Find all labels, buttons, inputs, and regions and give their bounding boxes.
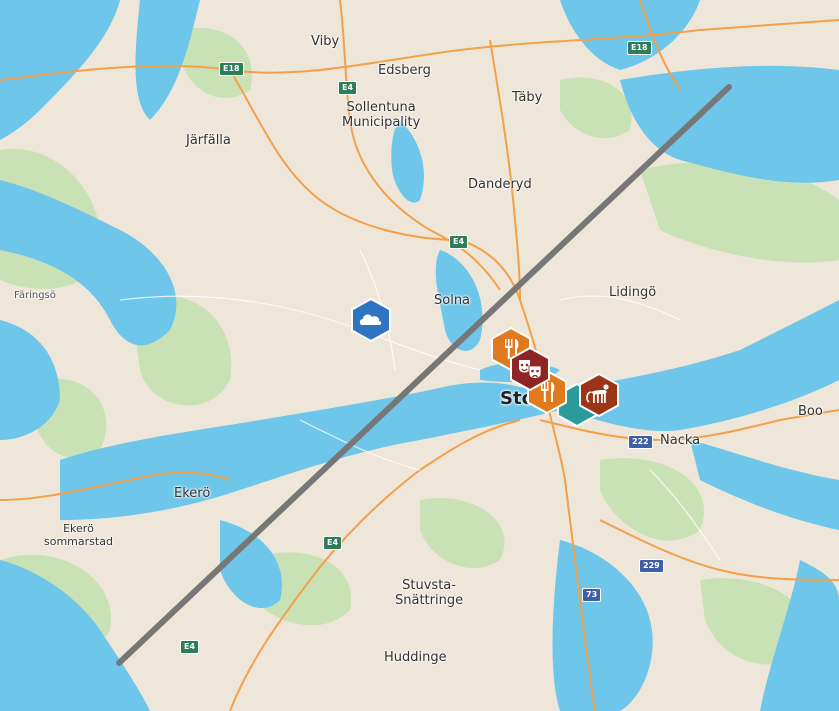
map-canvas[interactable]: Viby Edsberg Sollentuna Municipality Täb… [0, 0, 839, 711]
road-shield-e4: E4 [449, 235, 469, 249]
place-sollentuna: Sollentuna Municipality [342, 100, 421, 130]
place-ekero: Ekerö [174, 486, 211, 501]
place-stuvsta-snattringe: Stuvsta- Snättringe [395, 578, 464, 608]
road-shield-73: 73 [582, 588, 602, 602]
place-huddinge: Huddinge [384, 650, 447, 665]
place-viby: Viby [311, 34, 340, 49]
place-solna: Solna [434, 293, 471, 308]
place-ekero-sommarstad: Ekerö sommarstad [44, 522, 113, 548]
road-shield-229: 229 [639, 559, 664, 573]
place-boo: Boo [798, 404, 823, 419]
road-shield-222: 222 [628, 435, 653, 449]
weather-marker[interactable] [349, 297, 393, 343]
place-faringso: Färingsö [14, 290, 56, 301]
road-shield-e4: E4 [323, 536, 343, 550]
road-shield-e4: E4 [338, 81, 358, 95]
road-shield-e18: E18 [627, 41, 652, 55]
road-shield-e4: E4 [180, 640, 200, 654]
place-edsberg: Edsberg [378, 63, 431, 78]
place-nacka: Nacka [660, 433, 701, 448]
place-jarfalla: Järfälla [186, 133, 231, 148]
road-shield-e18: E18 [219, 62, 244, 76]
place-taby: Täby [512, 90, 543, 105]
theater-marker[interactable] [508, 346, 552, 392]
place-danderyd: Danderyd [468, 177, 532, 192]
place-lidingo: Lidingö [609, 285, 657, 300]
zoo-marker[interactable] [577, 372, 621, 418]
